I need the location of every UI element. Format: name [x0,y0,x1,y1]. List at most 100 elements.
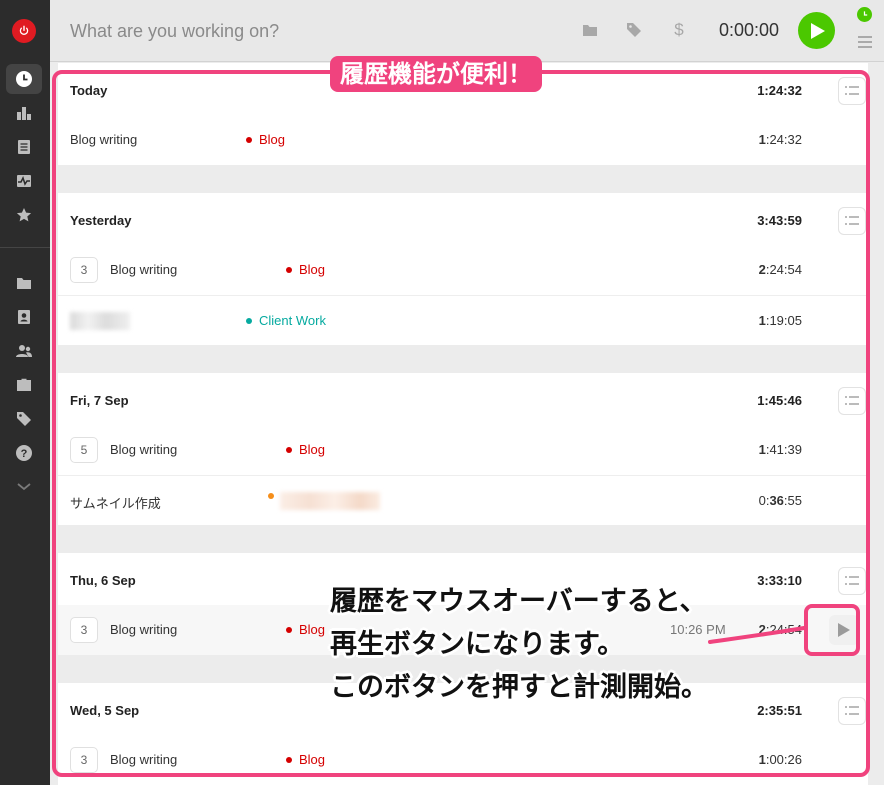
time-entry-row[interactable]: Blog writing Blog 1:24:32 [58,115,868,165]
sidebar-item-workspaces[interactable] [6,370,42,400]
list-icon [845,86,859,95]
entry-count-badge[interactable]: 3 [70,617,98,643]
bulk-edit-button[interactable] [838,567,866,595]
entry-description[interactable]: Blog writing [110,442,177,457]
list-icon [845,576,859,585]
entry-count-badge[interactable]: 3 [70,257,98,283]
sidebar-item-team[interactable] [6,336,42,366]
day-header: Fri, 7 Sep 1:45:46 [58,373,868,425]
entry-project[interactable]: Blog [246,132,285,147]
sidebar-item-dashboard[interactable] [6,166,42,196]
entry-duration[interactable]: 1:00:26 [759,752,802,767]
entry-description[interactable]: Blog writing [110,262,177,277]
entry-duration[interactable]: 1:19:05 [759,313,802,328]
sidebar-item-timer[interactable] [6,64,42,94]
annotation-label: 履歴機能が便利！ [330,56,542,92]
day-total: 3:43:59 [757,213,802,228]
entry-description[interactable]: Blog writing [110,752,177,767]
menu-icon[interactable] [858,36,872,48]
entry-description[interactable]: サムネイル作成 [70,493,161,512]
sidebar-item-reports[interactable] [6,98,42,128]
project-picker[interactable] [580,20,600,40]
project-color-dot [286,266,292,273]
entry-project[interactable]: Blog [286,622,325,637]
timer-bar: $ 0:00:00 [50,0,884,62]
annotation-line: 履歴をマウスオーバーすると、 [330,586,707,617]
time-entry-row[interactable]: Client Work 1:19:05 [58,295,868,345]
continue-entry-button[interactable] [829,615,859,645]
activity-icon [17,175,31,187]
project-color-dot [268,493,274,499]
bulk-edit-button[interactable] [838,77,866,105]
toggl-logo-icon[interactable] [12,19,36,43]
project-color-dot [246,317,252,324]
time-entry-row[interactable]: 5 Blog writing Blog 1:41:39 [58,425,868,475]
day-title: Yesterday [70,213,132,228]
bulk-edit-button[interactable] [838,207,866,235]
day-total: 1:24:32 [757,83,802,98]
sidebar-item-help[interactable]: ? [6,438,42,468]
entry-duration[interactable]: 1:41:39 [759,442,802,457]
annotation-line: このボタンを押すと計測開始。 [330,672,708,703]
project-color-dot [286,446,292,453]
tag-picker[interactable] [624,20,644,40]
folder-icon [17,278,31,289]
chevron-down-icon [17,483,31,491]
timer-display[interactable]: 0:00:00 [719,20,779,41]
day-total: 1:45:46 [757,393,802,408]
time-entry-row[interactable]: 3 Blog writing Blog 2:24:54 [58,245,868,295]
list-icon [845,216,859,225]
bar-chart-icon [17,107,31,120]
tag-icon [627,23,641,37]
day-title: Fri, 7 Sep [70,393,129,408]
bulk-edit-button[interactable] [838,387,866,415]
project-color-dot [246,136,252,143]
folder-icon [583,25,597,36]
day-group: Yesterday 3:43:59 3 Blog writing Blog 2:… [58,193,868,345]
sidebar-expand[interactable] [6,472,42,502]
tag-icon [17,412,31,426]
entry-count-badge[interactable]: 3 [70,747,98,773]
entry-description[interactable]: Blog writing [70,132,137,147]
play-icon [811,22,825,39]
sidebar-item-tags[interactable] [6,404,42,434]
start-button[interactable] [798,12,835,49]
day-header: Yesterday 3:43:59 [58,193,868,245]
bulk-edit-button[interactable] [838,697,866,725]
clock-icon [16,71,32,87]
entry-project[interactable]: Blog [286,752,325,767]
entry-duration[interactable]: 1:24:32 [759,132,802,147]
entry-count-badge[interactable]: 5 [70,437,98,463]
sidebar-item-favorites[interactable] [6,200,42,230]
time-entry-row[interactable]: 3 Blog writing Blog 1:00:26 [58,735,868,785]
redacted-project-name [280,492,380,510]
star-icon [16,208,32,222]
list-icon [845,396,859,405]
sidebar: ? [0,0,50,785]
help-icon: ? [16,445,32,461]
day-title: Today [70,83,108,98]
sidebar-item-insights[interactable] [6,132,42,162]
clock-icon[interactable] [857,7,872,22]
description-input[interactable] [70,18,550,44]
day-group: Fri, 7 Sep 1:45:46 5 Blog writing Blog 1… [58,373,868,525]
annotation-arrow [708,626,806,644]
contact-card-icon [18,310,30,324]
sidebar-item-clients[interactable] [6,302,42,332]
document-icon [18,140,30,154]
svg-text:?: ? [21,448,28,460]
dollar-icon: $ [674,20,684,39]
entry-duration[interactable]: 2:24:54 [759,262,802,277]
day-title: Wed, 5 Sep [70,703,140,718]
time-entry-row[interactable]: サムネイル作成 0:36:55 [58,475,868,525]
redacted-description [70,312,130,330]
entry-description[interactable]: Blog writing [110,622,177,637]
sidebar-item-projects[interactable] [6,268,42,298]
list-icon [845,706,859,715]
project-color-dot [286,756,292,763]
entry-duration[interactable]: 0:36:55 [759,493,802,508]
entry-project[interactable]: Client Work [246,313,326,328]
entry-project[interactable]: Blog [286,262,325,277]
billable-toggle[interactable]: $ [669,20,689,40]
entry-project[interactable]: Blog [286,442,325,457]
